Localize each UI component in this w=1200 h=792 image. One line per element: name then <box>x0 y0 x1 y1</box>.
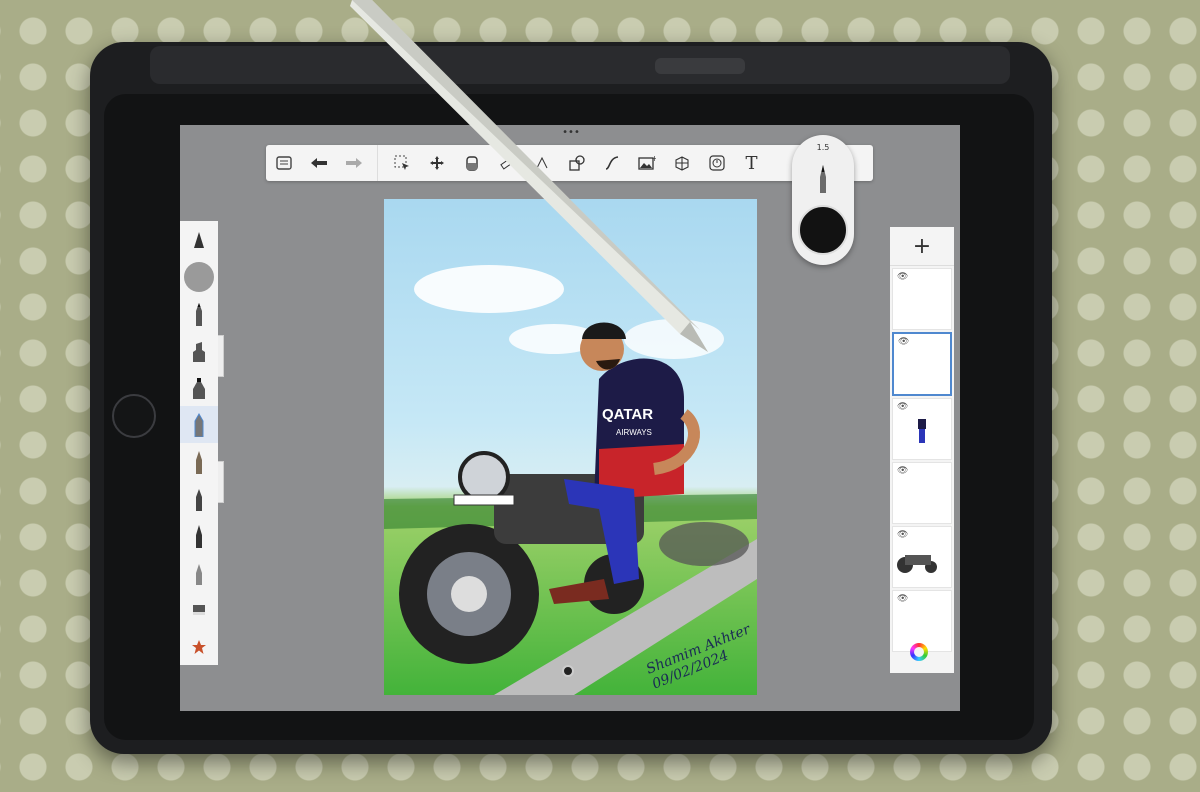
move-icon[interactable] <box>419 145 454 181</box>
brush-tip-icon[interactable] <box>180 480 218 517</box>
eye-icon[interactable]: 👁 <box>897 402 908 412</box>
screen: ••• + T 1.5 QATAR AIRWAYS Shamim Akhter … <box>180 125 960 711</box>
eye-icon[interactable]: 👁 <box>897 466 908 476</box>
brush-size-value: 1.5 <box>816 143 830 152</box>
fine-liner-icon[interactable] <box>180 554 218 591</box>
canvas-navigator[interactable] <box>562 665 574 677</box>
brush-palette <box>180 221 218 665</box>
layer-panel: + 👁 👁 👁 👁 👁 👁 <box>890 227 954 673</box>
case-slot <box>655 58 745 74</box>
airbrush-icon[interactable] <box>180 369 218 406</box>
flat-brush-icon[interactable] <box>180 406 218 443</box>
add-layer-button[interactable]: + <box>890 227 954 266</box>
marker-icon[interactable] <box>180 332 218 369</box>
jersey-sub-text: AIRWAYS <box>616 428 652 437</box>
timelapse-icon[interactable] <box>699 145 734 181</box>
symmetry-icon[interactable] <box>524 145 559 181</box>
size-slider-handle[interactable] <box>218 461 224 503</box>
svg-text:+: + <box>651 155 656 163</box>
cone-brush-icon[interactable] <box>180 221 218 258</box>
image-icon[interactable]: + <box>629 145 664 181</box>
pencil-icon[interactable] <box>180 295 218 332</box>
round-brush-icon[interactable] <box>180 258 218 295</box>
case-pencil-holder <box>150 46 1010 84</box>
undo-icon[interactable] <box>301 145 336 181</box>
layer-thumbnail[interactable]: 👁 <box>892 462 952 524</box>
ruler-icon[interactable] <box>489 145 524 181</box>
home-button[interactable] <box>112 394 156 438</box>
brush-tip-icon <box>820 165 826 193</box>
multitask-grabber[interactable]: ••• <box>562 128 580 138</box>
eye-icon[interactable]: 👁 <box>897 594 908 604</box>
eye-icon[interactable]: 👁 <box>897 272 908 282</box>
eye-icon[interactable]: 👁 <box>898 337 909 347</box>
curve-icon[interactable] <box>594 145 629 181</box>
eye-icon[interactable]: 👁 <box>897 530 908 540</box>
layer-thumbnail[interactable]: 👁 <box>892 398 952 460</box>
brush-popover[interactable]: 1.5 <box>792 135 854 265</box>
jersey-sponsor-text: QATAR <box>602 406 653 423</box>
fountain-pen-icon[interactable] <box>180 443 218 480</box>
main-toolbar: + T <box>266 145 873 181</box>
smudge-star-icon[interactable] <box>180 628 218 665</box>
perspective-icon[interactable] <box>664 145 699 181</box>
redo-icon[interactable] <box>336 145 371 181</box>
drawing-canvas[interactable]: QATAR AIRWAYS Shamim Akhter 09/02/2024 <box>384 199 757 695</box>
text-icon[interactable]: T <box>734 145 769 181</box>
fill-icon[interactable] <box>454 145 489 181</box>
list-icon[interactable] <box>266 145 301 181</box>
color-wheel-icon[interactable] <box>910 643 928 661</box>
ink-pen-icon[interactable] <box>180 517 218 554</box>
layer-thumbnail[interactable]: 👁 <box>892 526 952 588</box>
color-swatch[interactable] <box>798 205 848 255</box>
layer-thumbnail[interactable]: 👁 <box>892 268 952 330</box>
shape-icon[interactable] <box>559 145 594 181</box>
artwork-illustration: QATAR AIRWAYS <box>384 265 757 695</box>
eraser-icon[interactable] <box>180 591 218 628</box>
opacity-slider-handle[interactable] <box>218 335 224 377</box>
layer-thumbnail-selected[interactable]: 👁 <box>892 332 952 396</box>
selection-icon[interactable] <box>384 145 419 181</box>
toolbar-divider <box>377 145 378 181</box>
